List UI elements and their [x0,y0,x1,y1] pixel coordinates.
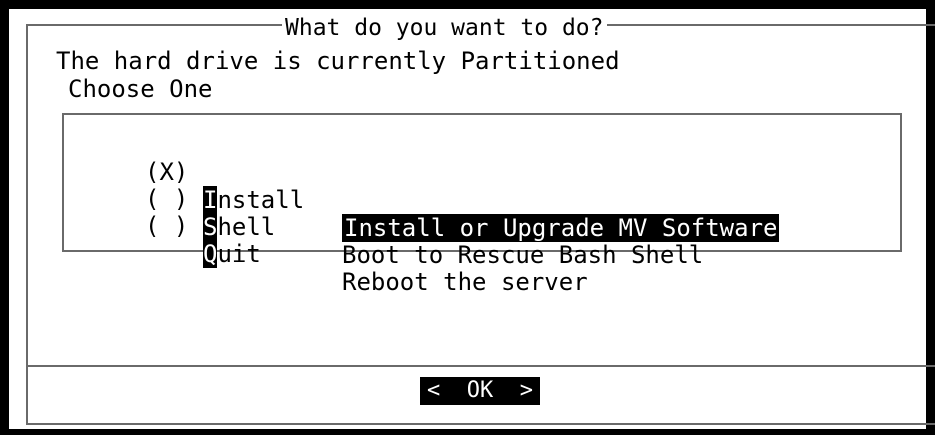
radio-indicator[interactable]: (X) [145,158,188,186]
menu-item-tag[interactable]: Install [203,186,304,214]
button-separator [28,365,935,367]
menu-item-quit[interactable]: ( ) Quit Reboot the server [0,184,588,296]
menu-item-shell[interactable]: ( ) Shell Boot to Rescue Bash Shell [0,157,703,269]
menu-item-description[interactable]: Boot to Rescue Bash Shell [342,241,703,269]
hotkey-letter: S [203,213,218,241]
hotkey-letter: I [203,186,218,214]
menu-item-tag-rest: hell [217,213,276,241]
menu-item-description[interactable]: Reboot the server [342,268,588,296]
radio-indicator[interactable]: ( ) [145,212,188,240]
ok-button[interactable]: < OK > [420,377,540,405]
hotkey-letter: Q [203,240,218,268]
menu-item-tag-rest: nstall [217,186,305,214]
menu-item-install[interactable]: (X) Install Install or Upgrade MV Softwa… [0,130,780,242]
menu-item-tag[interactable]: Shell [203,213,275,241]
menu-item-tag[interactable]: Quit [203,240,261,268]
menu-item-description[interactable]: Install or Upgrade MV Software [342,214,780,242]
radio-indicator[interactable]: ( ) [145,185,188,213]
dialog-message: The hard drive is currently Partitioned [56,47,620,75]
menu-item-tag-rest: uit [217,240,261,268]
dialog-title: What do you want to do? [282,15,607,41]
dialog-prompt: Choose One [68,75,213,103]
